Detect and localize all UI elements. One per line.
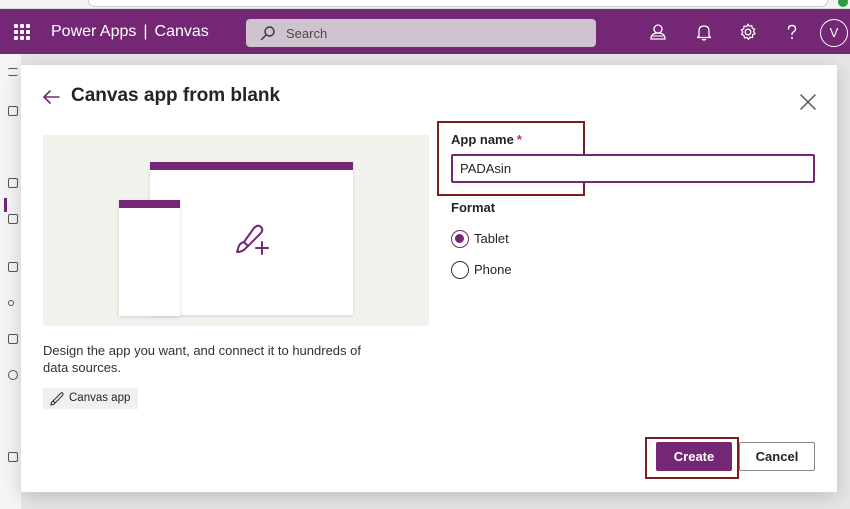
back-arrow-icon[interactable] [41, 87, 61, 107]
power-platform-icon[interactable] [8, 452, 18, 462]
tablet-radio[interactable] [451, 230, 469, 248]
nav-active-indicator [4, 198, 7, 212]
app-brand[interactable]: Power Apps | Canvas [51, 23, 209, 41]
tablet-radio-label: Tablet [474, 231, 509, 246]
tablet-header-bar [150, 162, 353, 170]
tables-icon[interactable] [8, 214, 18, 224]
menu-icon[interactable] [8, 68, 18, 76]
app-name-input[interactable] [451, 154, 815, 183]
paintbrush-add-icon [236, 224, 269, 255]
app-preview-illustration [43, 135, 429, 326]
phone-frame-illustration [119, 200, 180, 316]
flows-icon[interactable] [8, 262, 18, 272]
create-button[interactable]: Create [656, 442, 732, 471]
phone-radio[interactable] [451, 261, 469, 279]
product-name: Power Apps [51, 23, 137, 40]
environment-icon[interactable] [648, 22, 668, 42]
solutions-icon[interactable] [8, 334, 18, 344]
dialog-title: Canvas app from blank [71, 85, 281, 106]
address-bar[interactable] [88, 0, 828, 7]
phone-radio-label: Phone [474, 262, 512, 277]
left-nav [0, 54, 21, 509]
search-icon [260, 26, 275, 41]
learn-icon[interactable] [8, 370, 18, 380]
app-header: Power Apps | Canvas V [0, 9, 850, 54]
phone-header-bar [119, 200, 180, 208]
home-icon[interactable] [8, 106, 18, 116]
create-app-dialog: Canvas app from blank Design the app you… [21, 65, 837, 492]
browser-chrome [0, 0, 850, 9]
app-name-label-text: App name [451, 132, 514, 147]
required-marker: * [516, 132, 522, 147]
close-icon[interactable] [799, 93, 817, 111]
bell-icon[interactable] [694, 22, 714, 42]
connections-icon[interactable] [8, 300, 14, 306]
avatar[interactable]: V [820, 19, 848, 47]
help-icon[interactable] [782, 22, 802, 42]
format-label: Format [451, 200, 496, 215]
section-name: Canvas [154, 23, 209, 40]
dialog-description: Design the app you want, and connect it … [43, 343, 361, 375]
gear-icon[interactable] [738, 22, 758, 42]
search-input[interactable] [286, 23, 586, 43]
extension-icon [838, 0, 848, 7]
brand-separator: | [143, 23, 148, 40]
app-name-label: App name * [451, 132, 522, 147]
app-type-tag-label: Canvas app [69, 392, 131, 404]
cancel-button[interactable]: Cancel [739, 442, 815, 471]
apps-icon[interactable] [8, 178, 18, 188]
app-launcher-icon[interactable] [14, 24, 30, 40]
search-box[interactable] [246, 19, 596, 47]
paintbrush-icon [50, 391, 64, 406]
app-type-tag: Canvas app [43, 388, 139, 409]
